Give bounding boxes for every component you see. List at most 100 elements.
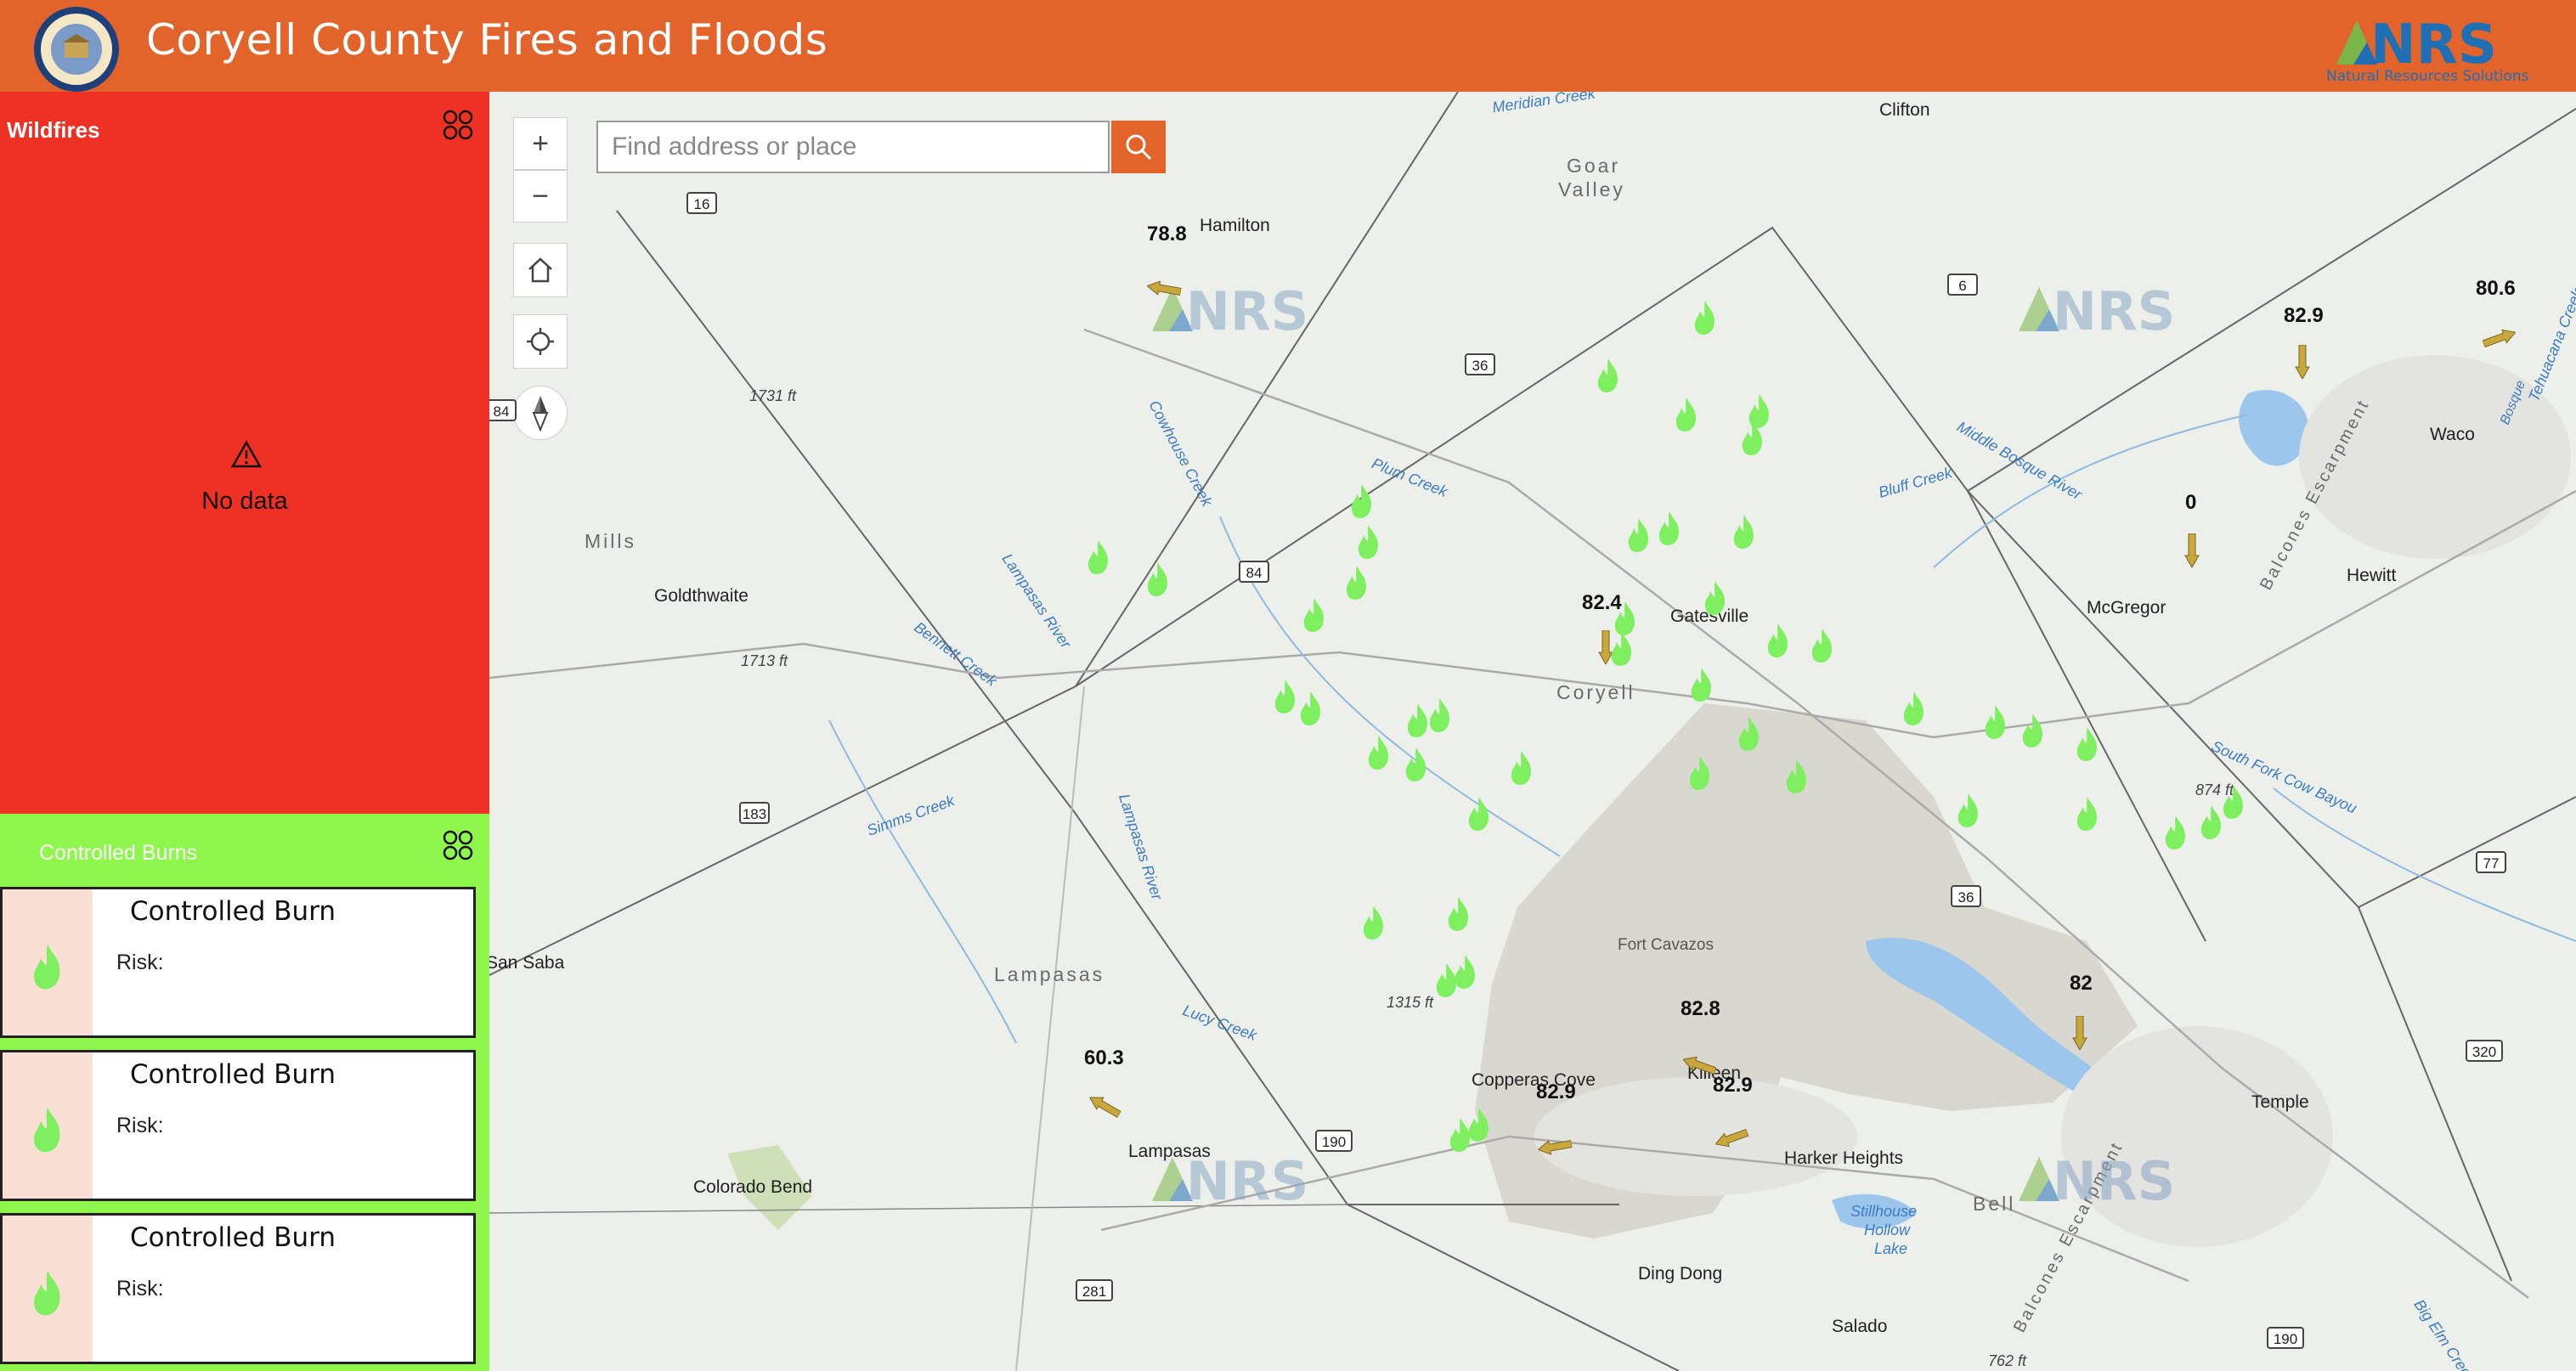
route-shield: 84 [489, 399, 517, 421]
route-shield: 320 [2466, 1040, 2503, 1062]
fire-marker-icon[interactable] [1607, 630, 1636, 668]
fire-marker-icon[interactable] [1426, 697, 1455, 734]
controlled-burns-title: Controlled Burns [39, 841, 198, 865]
fire-marker-icon[interactable] [1735, 715, 1764, 753]
route-shield: 183 [739, 802, 770, 824]
fire-marker-icon[interactable] [1444, 895, 1473, 933]
sensor-reading[interactable]: 82.9 [2284, 304, 2324, 328]
fire-marker-icon[interactable] [1402, 746, 1431, 783]
fire-marker-icon[interactable] [1354, 523, 1383, 561]
fire-marker-icon[interactable] [1686, 754, 1715, 792]
fire-marker-icon[interactable] [1359, 904, 1388, 941]
fire-marker-icon[interactable] [1900, 690, 1929, 727]
route-shield: 190 [2267, 1327, 2304, 1349]
fire-marker-icon[interactable] [1465, 795, 1494, 832]
fire-marker-icon[interactable] [2161, 814, 2190, 851]
sensor-reading[interactable]: 82 [2070, 972, 2093, 996]
fire-marker-icon[interactable] [1144, 561, 1172, 598]
zoom-in-button[interactable]: + [513, 117, 568, 170]
fire-marker-icon[interactable] [1782, 758, 1811, 795]
elevation-label: 1731 ft [749, 387, 797, 404]
fire-icon [33, 1107, 60, 1153]
map-view[interactable]: + − Find address or place 16 6 36 84 84 … [489, 92, 2576, 1371]
fire-marker-icon[interactable] [1347, 482, 1376, 520]
home-icon [528, 257, 552, 283]
sensor-reading[interactable]: 82.8 [1681, 997, 1720, 1021]
water-label: Hollow [1864, 1221, 1911, 1238]
region-label: Valley [1558, 178, 1625, 200]
wind-arrow-icon[interactable] [2294, 345, 2311, 379]
route-shield: 77 [2476, 851, 2506, 873]
fire-marker-icon[interactable] [1507, 749, 1536, 787]
zoom-out-button[interactable]: − [513, 170, 568, 223]
search-input[interactable]: Find address or place [596, 121, 1110, 173]
place-label: Colorado Bend [693, 1177, 813, 1197]
fire-marker-icon[interactable] [2019, 712, 2048, 749]
locate-button[interactable] [513, 314, 568, 369]
controlled-burn-card[interactable]: Controlled Burn Risk: [0, 887, 476, 1038]
place-label: Harker Heights [1784, 1148, 1904, 1168]
sensor-reading[interactable]: 82.9 [1536, 1080, 1576, 1104]
sensor-reading[interactable]: 60.3 [1084, 1047, 1124, 1070]
fire-marker-icon[interactable] [1764, 622, 1793, 659]
minus-icon: − [532, 179, 549, 212]
no-data-message: No data [201, 488, 288, 515]
home-button[interactable] [513, 243, 568, 297]
route-shield: 84 [1239, 561, 1269, 583]
sensor-reading[interactable]: 78.8 [1147, 223, 1187, 246]
place-label: Goldthwaite [654, 586, 749, 606]
search-button[interactable] [1111, 121, 1166, 173]
wildfires-panel: Wildfires No data [0, 92, 489, 814]
controlled-burns-panel: Controlled Burns Controlled Burn Risk: C… [0, 814, 489, 1371]
place-label: Hewitt [2347, 566, 2397, 585]
fire-marker-icon[interactable] [1981, 703, 2010, 741]
fire-marker-icon[interactable] [1296, 690, 1325, 727]
region-label: Goar [1567, 155, 1621, 177]
fire-marker-icon[interactable] [1701, 579, 1730, 617]
fire-marker-icon[interactable] [1655, 510, 1684, 547]
region-label: Lampasas [994, 963, 1105, 985]
nrs-watermark: NRS [2019, 280, 2175, 342]
watermark-text: NRS [1186, 280, 1308, 342]
sensor-reading[interactable]: 0 [2185, 491, 2196, 515]
sensor-reading[interactable]: 80.6 [2476, 277, 2516, 301]
fire-marker-icon[interactable] [1342, 564, 1371, 601]
fire-marker-icon[interactable] [1738, 420, 1767, 457]
fire-marker-icon[interactable] [1084, 539, 1113, 576]
fire-marker-icon[interactable] [2219, 783, 2248, 821]
controlled-burns-options-icon[interactable] [442, 829, 474, 861]
fire-marker-icon[interactable] [1594, 357, 1623, 394]
fire-marker-icon[interactable] [1954, 792, 1983, 829]
route-shield: 36 [1951, 885, 1981, 907]
route-shield: 16 [686, 192, 717, 214]
burn-card-risk: Risk: [116, 951, 164, 974]
app-header: Coryell County Fires and Floods NRS Natu… [0, 0, 2576, 92]
burn-card-risk: Risk: [116, 1277, 164, 1300]
warning-icon [231, 440, 262, 468]
fire-marker-icon[interactable] [2073, 795, 2102, 832]
compass-button[interactable] [513, 386, 568, 440]
fire-marker-icon[interactable] [1465, 1106, 1494, 1143]
fire-marker-icon[interactable] [1691, 299, 1720, 336]
fire-marker-icon[interactable] [1271, 678, 1300, 715]
fire-marker-icon[interactable] [1364, 734, 1393, 771]
fire-marker-icon[interactable] [1808, 627, 1837, 664]
fire-marker-icon[interactable] [1687, 666, 1716, 703]
wind-arrow-icon[interactable] [2071, 1016, 2088, 1050]
controlled-burn-card[interactable]: Controlled Burn Risk: [0, 1213, 476, 1364]
fire-marker-icon[interactable] [1300, 596, 1329, 634]
route-shield: 6 [1947, 274, 1978, 296]
elevation-label: 1713 ft [741, 652, 788, 669]
fire-marker-icon[interactable] [1451, 953, 1480, 990]
place-label: Temple [2251, 1092, 2309, 1112]
wildfires-options-icon[interactable] [442, 109, 474, 141]
wind-arrow-icon[interactable] [2183, 533, 2200, 567]
fire-marker-icon[interactable] [1730, 513, 1759, 550]
place-label: San Saba [489, 953, 565, 973]
fire-marker-icon[interactable] [1624, 516, 1653, 554]
fire-marker-icon[interactable] [2073, 725, 2102, 763]
controlled-burn-card[interactable]: Controlled Burn Risk: [0, 1050, 476, 1201]
elevation-label: 1315 ft [1387, 994, 1434, 1011]
fire-marker-icon[interactable] [1672, 396, 1701, 433]
sensor-reading[interactable]: 82.9 [1713, 1074, 1753, 1097]
